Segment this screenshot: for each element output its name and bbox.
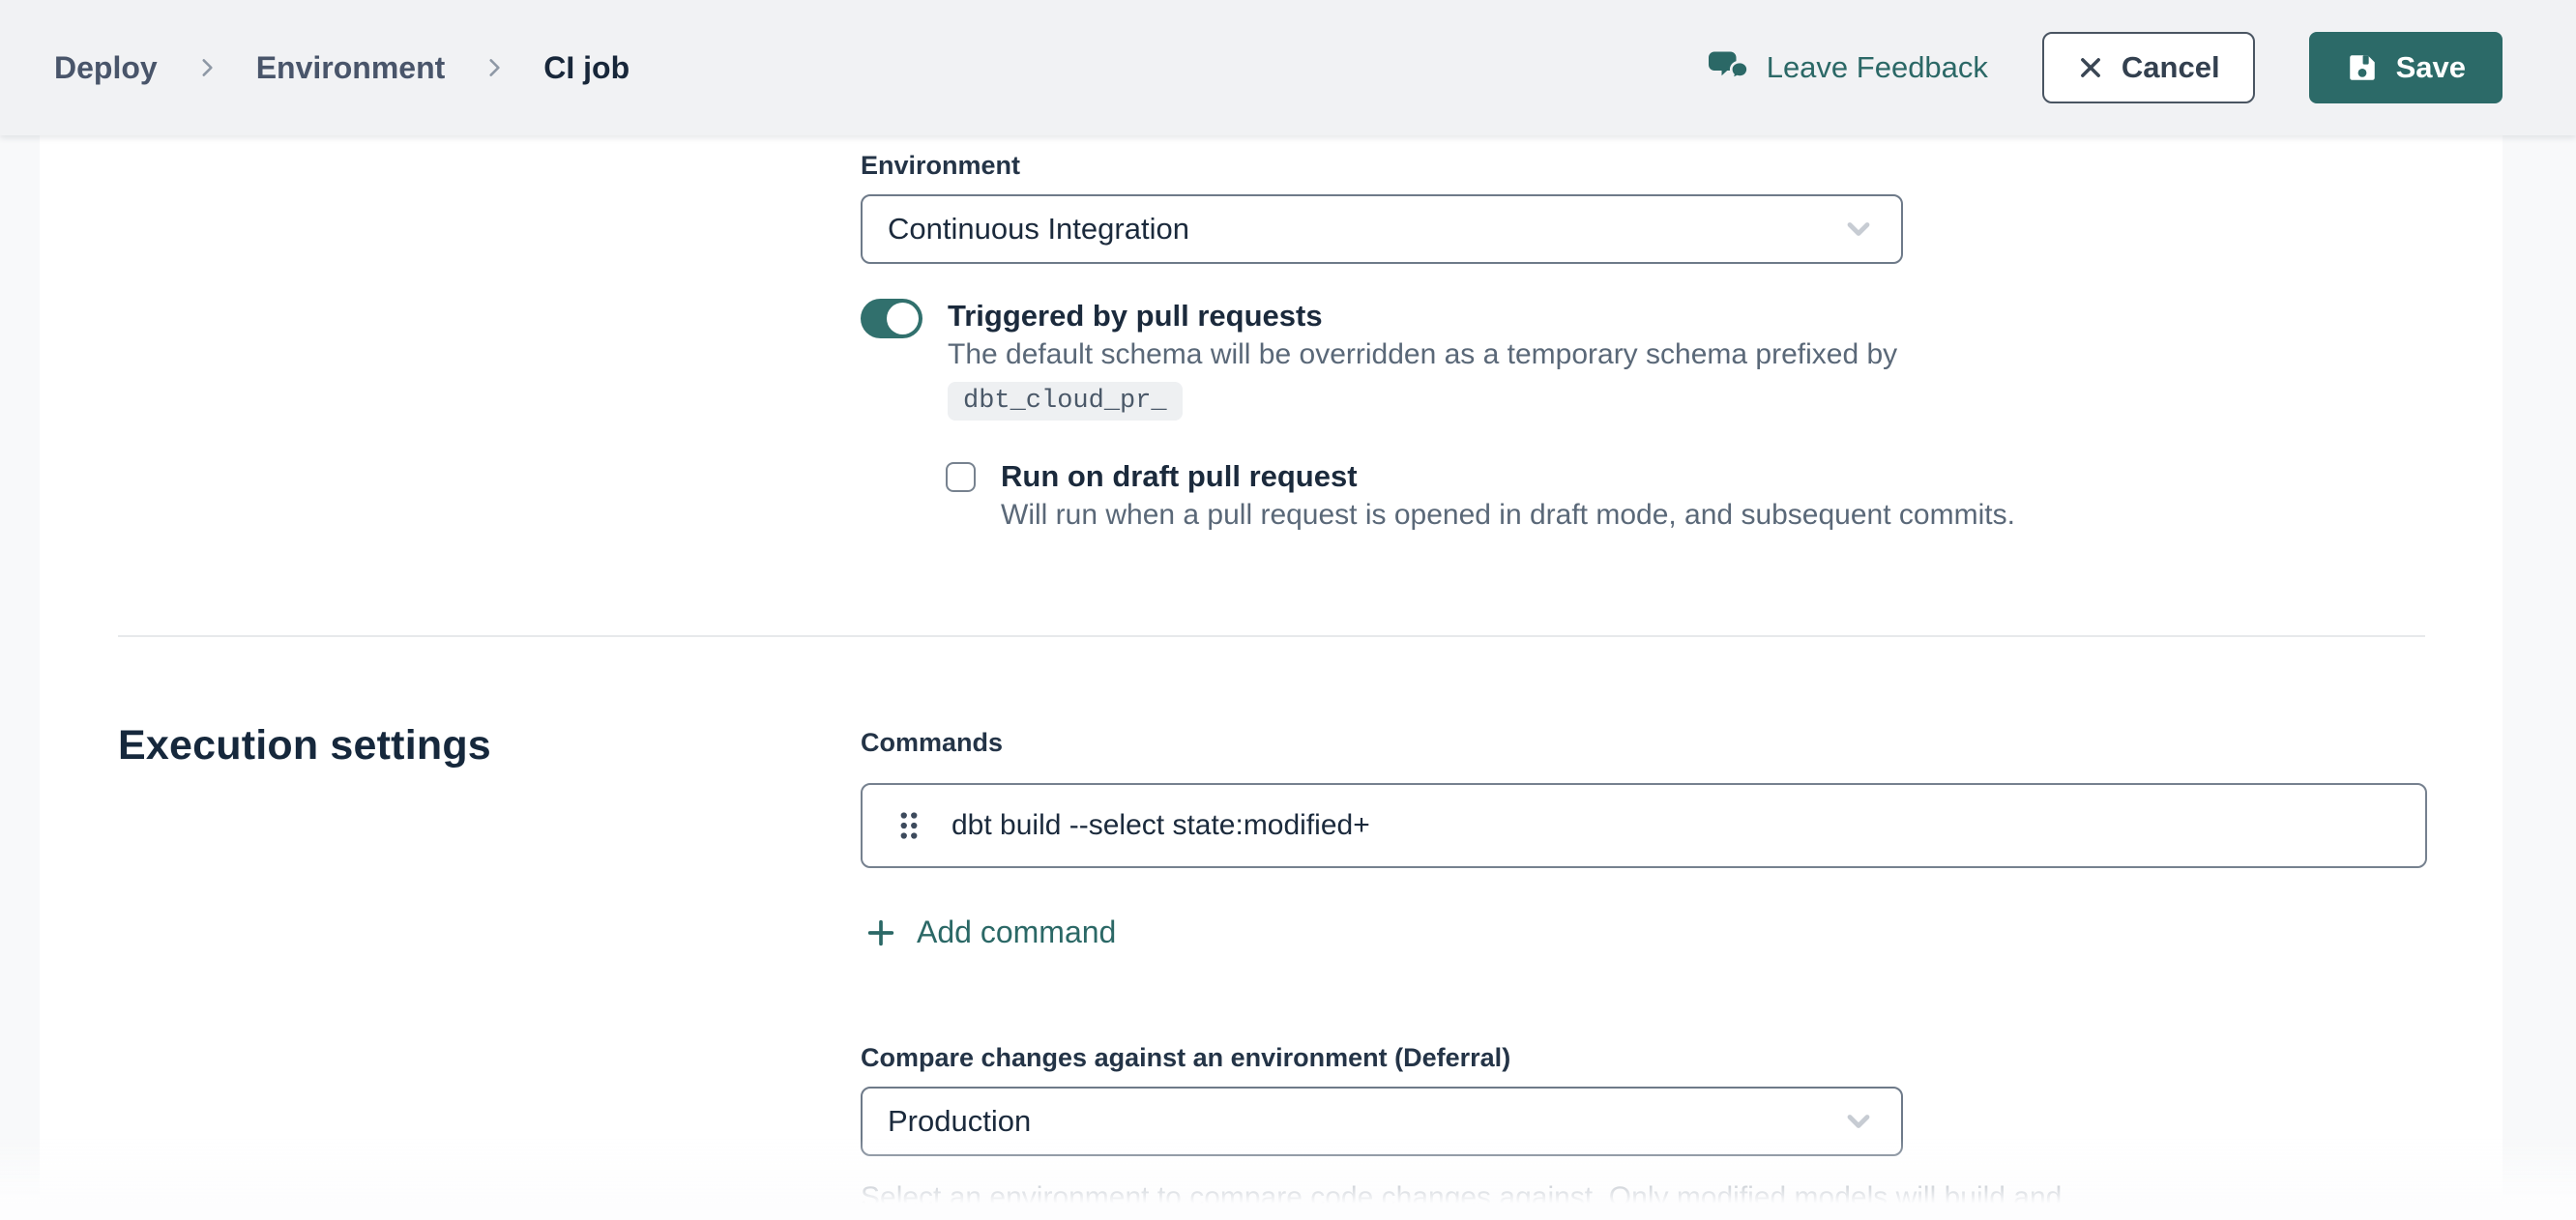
floppy-disk-icon xyxy=(2346,51,2379,84)
deferral-help-text: Select an environment to compare code ch… xyxy=(861,1177,2069,1220)
header-actions: Leave Feedback Cancel Save xyxy=(1709,32,2503,103)
leave-feedback-link[interactable]: Leave Feedback xyxy=(1709,50,1988,85)
breadcrumb: Deploy Environment CI job xyxy=(54,50,629,86)
commands-label: Commands xyxy=(861,728,2427,758)
draft-pr-label: Run on draft pull request xyxy=(1001,457,2015,496)
environment-section: Environment Continuous Integration Trigg… xyxy=(40,135,2503,535)
breadcrumb-ci-job: CI job xyxy=(543,50,629,86)
chat-bubbles-icon xyxy=(1709,50,1749,85)
deferral-label: Compare changes against an environment (… xyxy=(861,1043,2427,1073)
breadcrumb-deploy[interactable]: Deploy xyxy=(54,50,158,86)
cancel-label: Cancel xyxy=(2122,50,2220,85)
draft-pr-checkbox[interactable] xyxy=(946,462,976,492)
add-command-button[interactable]: Add command xyxy=(864,915,1116,950)
chevron-down-icon xyxy=(1841,212,1876,247)
schema-prefix-chip: dbt_cloud_pr_ xyxy=(948,382,1183,421)
add-command-label: Add command xyxy=(917,915,1116,950)
leave-feedback-label: Leave Feedback xyxy=(1767,50,1988,85)
deferral-select[interactable]: Production xyxy=(861,1087,1903,1156)
top-bar: Deploy Environment CI job Leave Feedback… xyxy=(0,0,2576,135)
chevron-down-icon xyxy=(1841,1104,1876,1139)
execution-settings-section: Execution settings Commands dbt build --… xyxy=(40,637,2503,1220)
chevron-right-icon xyxy=(482,55,507,80)
command-input[interactable]: dbt build --select state:modified+ xyxy=(951,809,2396,842)
pr-trigger-toggle[interactable] xyxy=(861,299,922,338)
save-label: Save xyxy=(2396,50,2466,85)
environment-select-value: Continuous Integration xyxy=(888,212,1189,247)
environment-select[interactable]: Continuous Integration xyxy=(861,194,1903,264)
drag-handle-icon[interactable] xyxy=(897,809,921,842)
draft-pr-description: Will run when a pull request is opened i… xyxy=(1001,496,2015,535)
toggle-knob xyxy=(887,303,919,334)
save-button[interactable]: Save xyxy=(2309,32,2503,103)
draft-pr-row: Run on draft pull request Will run when … xyxy=(946,457,2427,535)
cancel-button[interactable]: Cancel xyxy=(2042,32,2255,103)
chevron-right-icon xyxy=(194,55,220,80)
pr-trigger-label: Triggered by pull requests xyxy=(948,297,1897,335)
pr-trigger-description: The default schema will be overridden as… xyxy=(948,335,1897,374)
command-row: dbt build --select state:modified+ xyxy=(861,783,2427,868)
plus-icon xyxy=(864,916,897,949)
deferral-select-value: Production xyxy=(888,1104,1031,1139)
execution-settings-title: Execution settings xyxy=(118,722,491,770)
content-card: Environment Continuous Integration Trigg… xyxy=(40,135,2503,1220)
breadcrumb-environment[interactable]: Environment xyxy=(256,50,446,86)
environment-label: Environment xyxy=(861,151,2427,181)
pr-trigger-row: Triggered by pull requests The default s… xyxy=(861,297,2427,421)
x-icon xyxy=(2077,54,2104,81)
